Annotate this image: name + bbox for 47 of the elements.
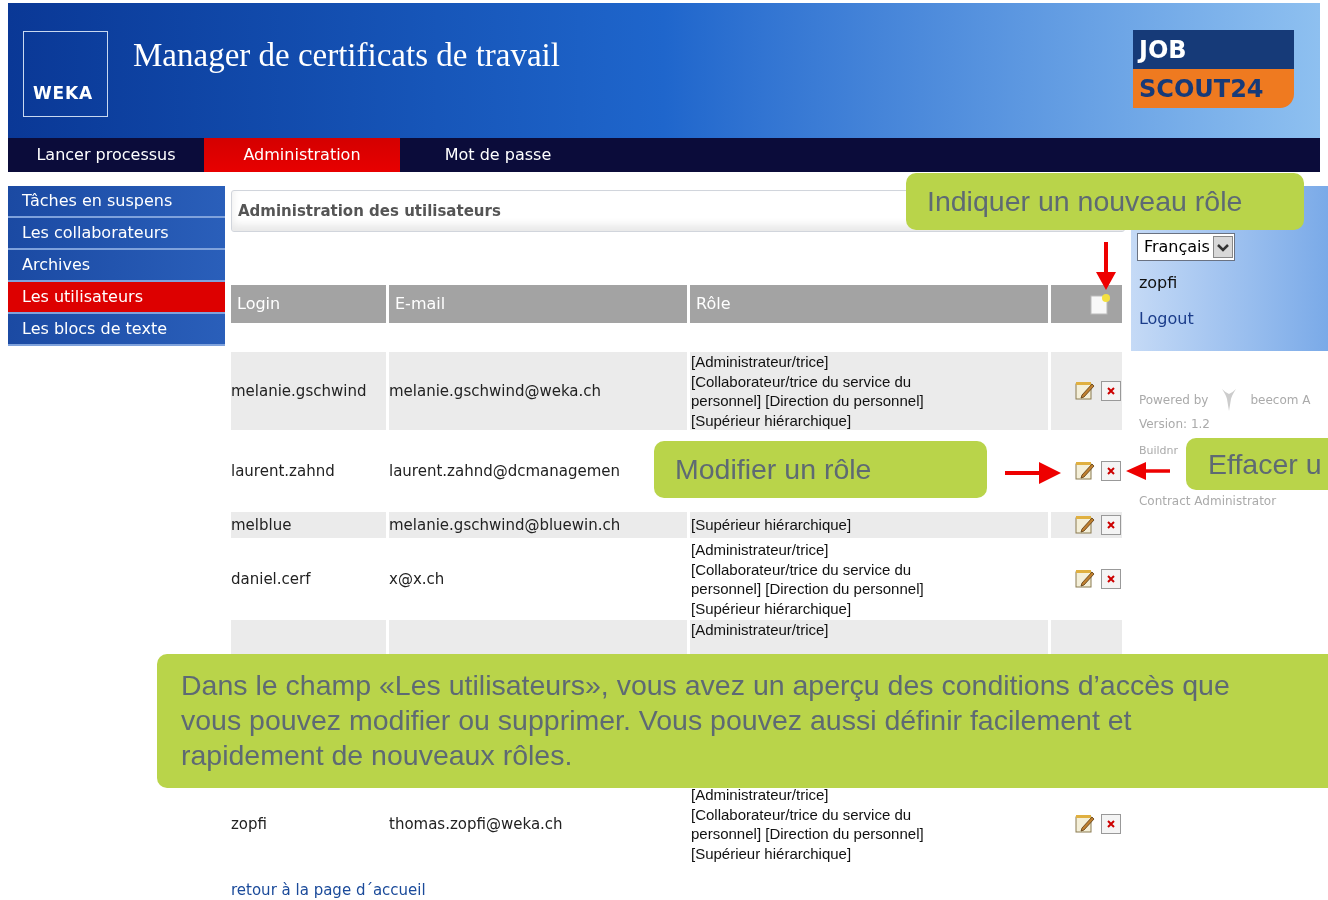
sidebar-item[interactable]: Les utilisateurs bbox=[8, 282, 225, 314]
build-text: Buildnr bbox=[1138, 444, 1179, 457]
table-cell: melanie.gschwind@weka.ch bbox=[389, 352, 687, 430]
callout: Modifier un rôle bbox=[654, 441, 987, 498]
down-arrow bbox=[1095, 242, 1117, 290]
edit-icon[interactable] bbox=[1075, 515, 1095, 535]
edit-icon[interactable] bbox=[1075, 461, 1095, 481]
table-cell: [Administrateur/trice] [Collaborateur/trice du service du personnel] [Direction du personnel] [Supérieur hiérarchique] bbox=[690, 352, 1048, 430]
delete-icon[interactable] bbox=[1101, 461, 1121, 481]
sidebar-item[interactable]: Archives bbox=[8, 250, 225, 282]
callout: Dans le champ «Les utilisateurs», vous avez un aperçu des conditions d’accès que vous pouvez modifier ou supprimer. Vous pouvez aussi définir facilement et rapidement de nouveaux rôles. bbox=[157, 654, 1328, 788]
delete-icon[interactable] bbox=[1101, 381, 1121, 401]
edit-icon[interactable] bbox=[1075, 569, 1095, 589]
nav-tab[interactable]: Lancer processus bbox=[8, 138, 204, 172]
company-name: beecom A bbox=[1250, 392, 1311, 409]
table-cell: melanie.gschwind bbox=[231, 352, 386, 430]
column-header: Rôle bbox=[690, 285, 1048, 323]
panel-title: Administration des utilisateurs bbox=[238, 200, 501, 222]
version-text: Version: 1.2 bbox=[1138, 417, 1211, 432]
app-title: Manager de certificats de travail bbox=[133, 36, 560, 75]
nav-tab[interactable]: Mot de passe bbox=[400, 138, 596, 172]
powered-by-text: Powered by bbox=[1138, 392, 1209, 409]
edit-icon[interactable] bbox=[1075, 381, 1095, 401]
home-link[interactable]: retour à la page d´accueil bbox=[231, 879, 1125, 900]
sidebar-item[interactable]: Les blocs de texte bbox=[8, 314, 225, 346]
right-arrow bbox=[1005, 461, 1061, 485]
column-header: E-mail bbox=[389, 285, 687, 323]
table-cell: [Supérieur hiérarchique] bbox=[690, 512, 1048, 538]
logo: WEKA bbox=[23, 31, 108, 117]
language-select[interactable]: Français bbox=[1136, 233, 1235, 261]
table-cell: melanie.gschwind@bluewin.ch bbox=[389, 512, 687, 538]
delete-icon[interactable] bbox=[1101, 814, 1121, 834]
logout-link[interactable]: Logout bbox=[1138, 307, 1328, 331]
edit-icon[interactable] bbox=[1075, 814, 1095, 834]
callout: Effacer u bbox=[1186, 438, 1328, 490]
column-header: Login bbox=[231, 285, 386, 323]
delete-icon[interactable] bbox=[1101, 569, 1121, 589]
username: zopfi bbox=[1138, 272, 1179, 294]
table-cell: melblue bbox=[231, 512, 386, 538]
sidebar-item[interactable]: Tâches en suspens bbox=[8, 186, 225, 218]
contract-text: Contract Administrator bbox=[1138, 493, 1278, 510]
left-arrow bbox=[1126, 462, 1170, 480]
delete-icon[interactable] bbox=[1101, 515, 1121, 535]
sidebar-item[interactable]: Les collaborateurs bbox=[8, 218, 225, 250]
callout: Indiquer un nouveau rôle bbox=[906, 173, 1304, 230]
nav-tab[interactable]: Administration bbox=[204, 138, 400, 172]
partner-logo: JOB SCOUT24 bbox=[1133, 30, 1294, 108]
